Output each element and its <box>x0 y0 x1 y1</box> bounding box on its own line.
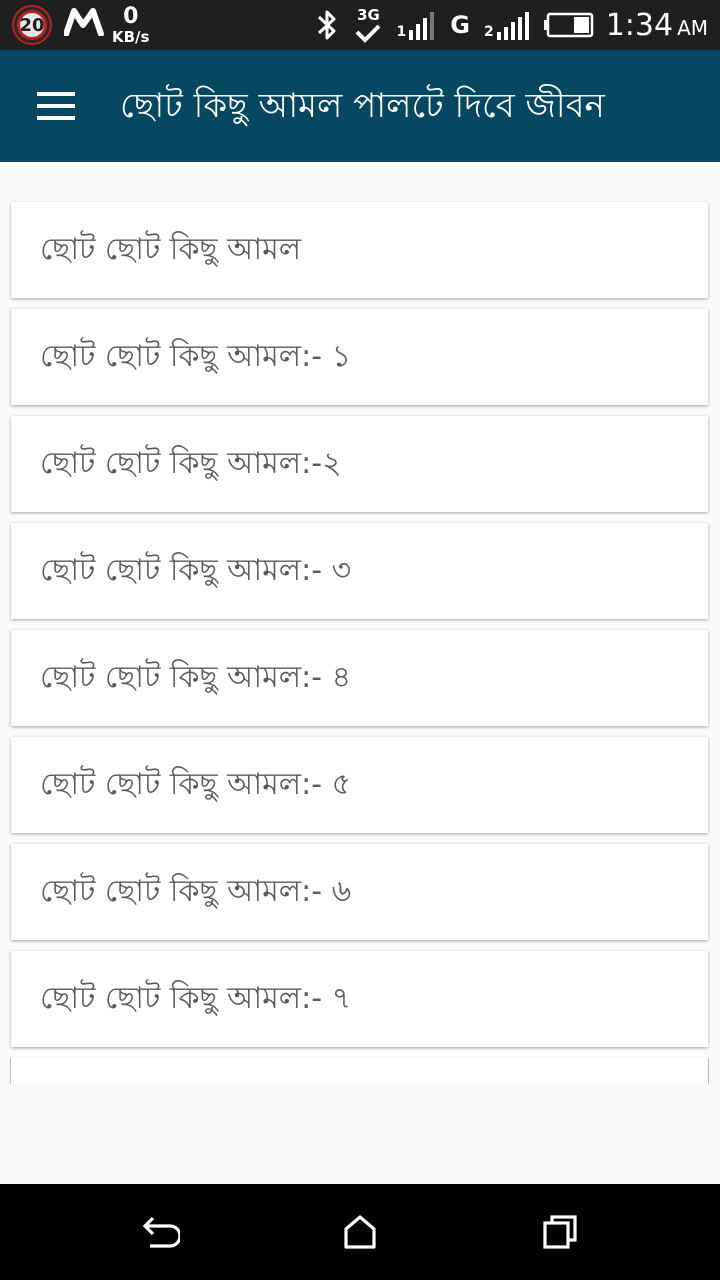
bluetooth-icon <box>314 8 340 42</box>
list-item-label: ছোট ছোট কিছু আমল:- ৩ <box>40 552 352 588</box>
home-icon[interactable] <box>330 1202 390 1262</box>
list-item-label: ছোট ছোট কিছু আমল:-২ <box>40 445 342 481</box>
clock: 1:34 AM <box>606 8 708 43</box>
list-item[interactable]: ছোট ছোট কিছু আমল <box>11 202 708 298</box>
list-item[interactable]: ছোট ছোট কিছু আমল:- ৪ <box>11 630 708 726</box>
list-item[interactable]: ছোট ছোট কিছু আমল:- ৬ <box>11 844 708 940</box>
navigation-bar <box>0 1184 720 1280</box>
recents-icon[interactable] <box>530 1202 590 1262</box>
list-item[interactable]: ছোট ছোট কিছু আমল:- ১ <box>11 309 708 405</box>
m-app-logo-icon <box>63 8 104 42</box>
network-type-label: 3G <box>357 5 380 24</box>
list-item-label: ছোট ছোট কিছু আমল:- ৪ <box>40 659 352 695</box>
signal-sim2-icon: 2 <box>484 10 530 40</box>
signal-g-label: G <box>450 11 470 39</box>
clock-ampm: AM <box>677 15 708 40</box>
back-icon[interactable] <box>130 1202 190 1262</box>
list-item[interactable]: ছোট ছোট কিছু আমল:- ৭ <box>11 951 708 1047</box>
network-speed: 0 KB/s <box>112 3 150 46</box>
sim1-label: 1 <box>396 24 407 40</box>
list-item[interactable]: ছোট ছোট কিছু আমল:- ৩ <box>11 523 708 619</box>
list-item-label: ছোট ছোট কিছু আমল:- ৭ <box>40 980 352 1016</box>
clock-time: 1:34 <box>605 7 674 43</box>
list-item-label: ছোট ছোট কিছু আমল:- ১ <box>40 338 352 374</box>
hamburger-menu-icon[interactable] <box>26 80 86 132</box>
sim2-label: 2 <box>483 24 494 40</box>
list-item-partial[interactable] <box>11 1058 708 1084</box>
list-item-label: ছোট ছোট কিছু আমল:- ৫ <box>40 766 352 802</box>
app-title: ছোট কিছু আমল পালটে দিবে জীবন <box>120 86 605 126</box>
content-area: ছোট ছোট কিছু আমল ছোট ছোট কিছু আমল:- ১ ছো… <box>0 162 720 1184</box>
list-item-label: ছোট ছোট কিছু আমল:- ৬ <box>40 873 352 909</box>
list-item[interactable]: ছোট ছোট কিছু আমল:-২ <box>11 416 708 512</box>
battery-icon <box>543 12 594 38</box>
status-bar: 20 0 KB/s 3G 1 G 2 1:34 AM <box>0 0 720 50</box>
amol-list: ছোট ছোট কিছু আমল ছোট ছোট কিছু আমল:- ১ ছো… <box>11 202 708 1095</box>
speed-unit: KB/s <box>112 27 150 46</box>
list-item[interactable]: ছোট ছোট কিছু আমল:- ৫ <box>11 737 708 833</box>
notification-badge: 20 <box>14 7 50 43</box>
data-3g-icon: 3G <box>354 5 382 43</box>
list-item-label: ছোট ছোট কিছু আমল <box>40 231 302 267</box>
signal-sim1-icon: 1 <box>396 10 436 40</box>
speed-value: 0 <box>123 3 139 29</box>
app-bar: ছোট কিছু আমল পালটে দিবে জীবন <box>0 50 720 162</box>
